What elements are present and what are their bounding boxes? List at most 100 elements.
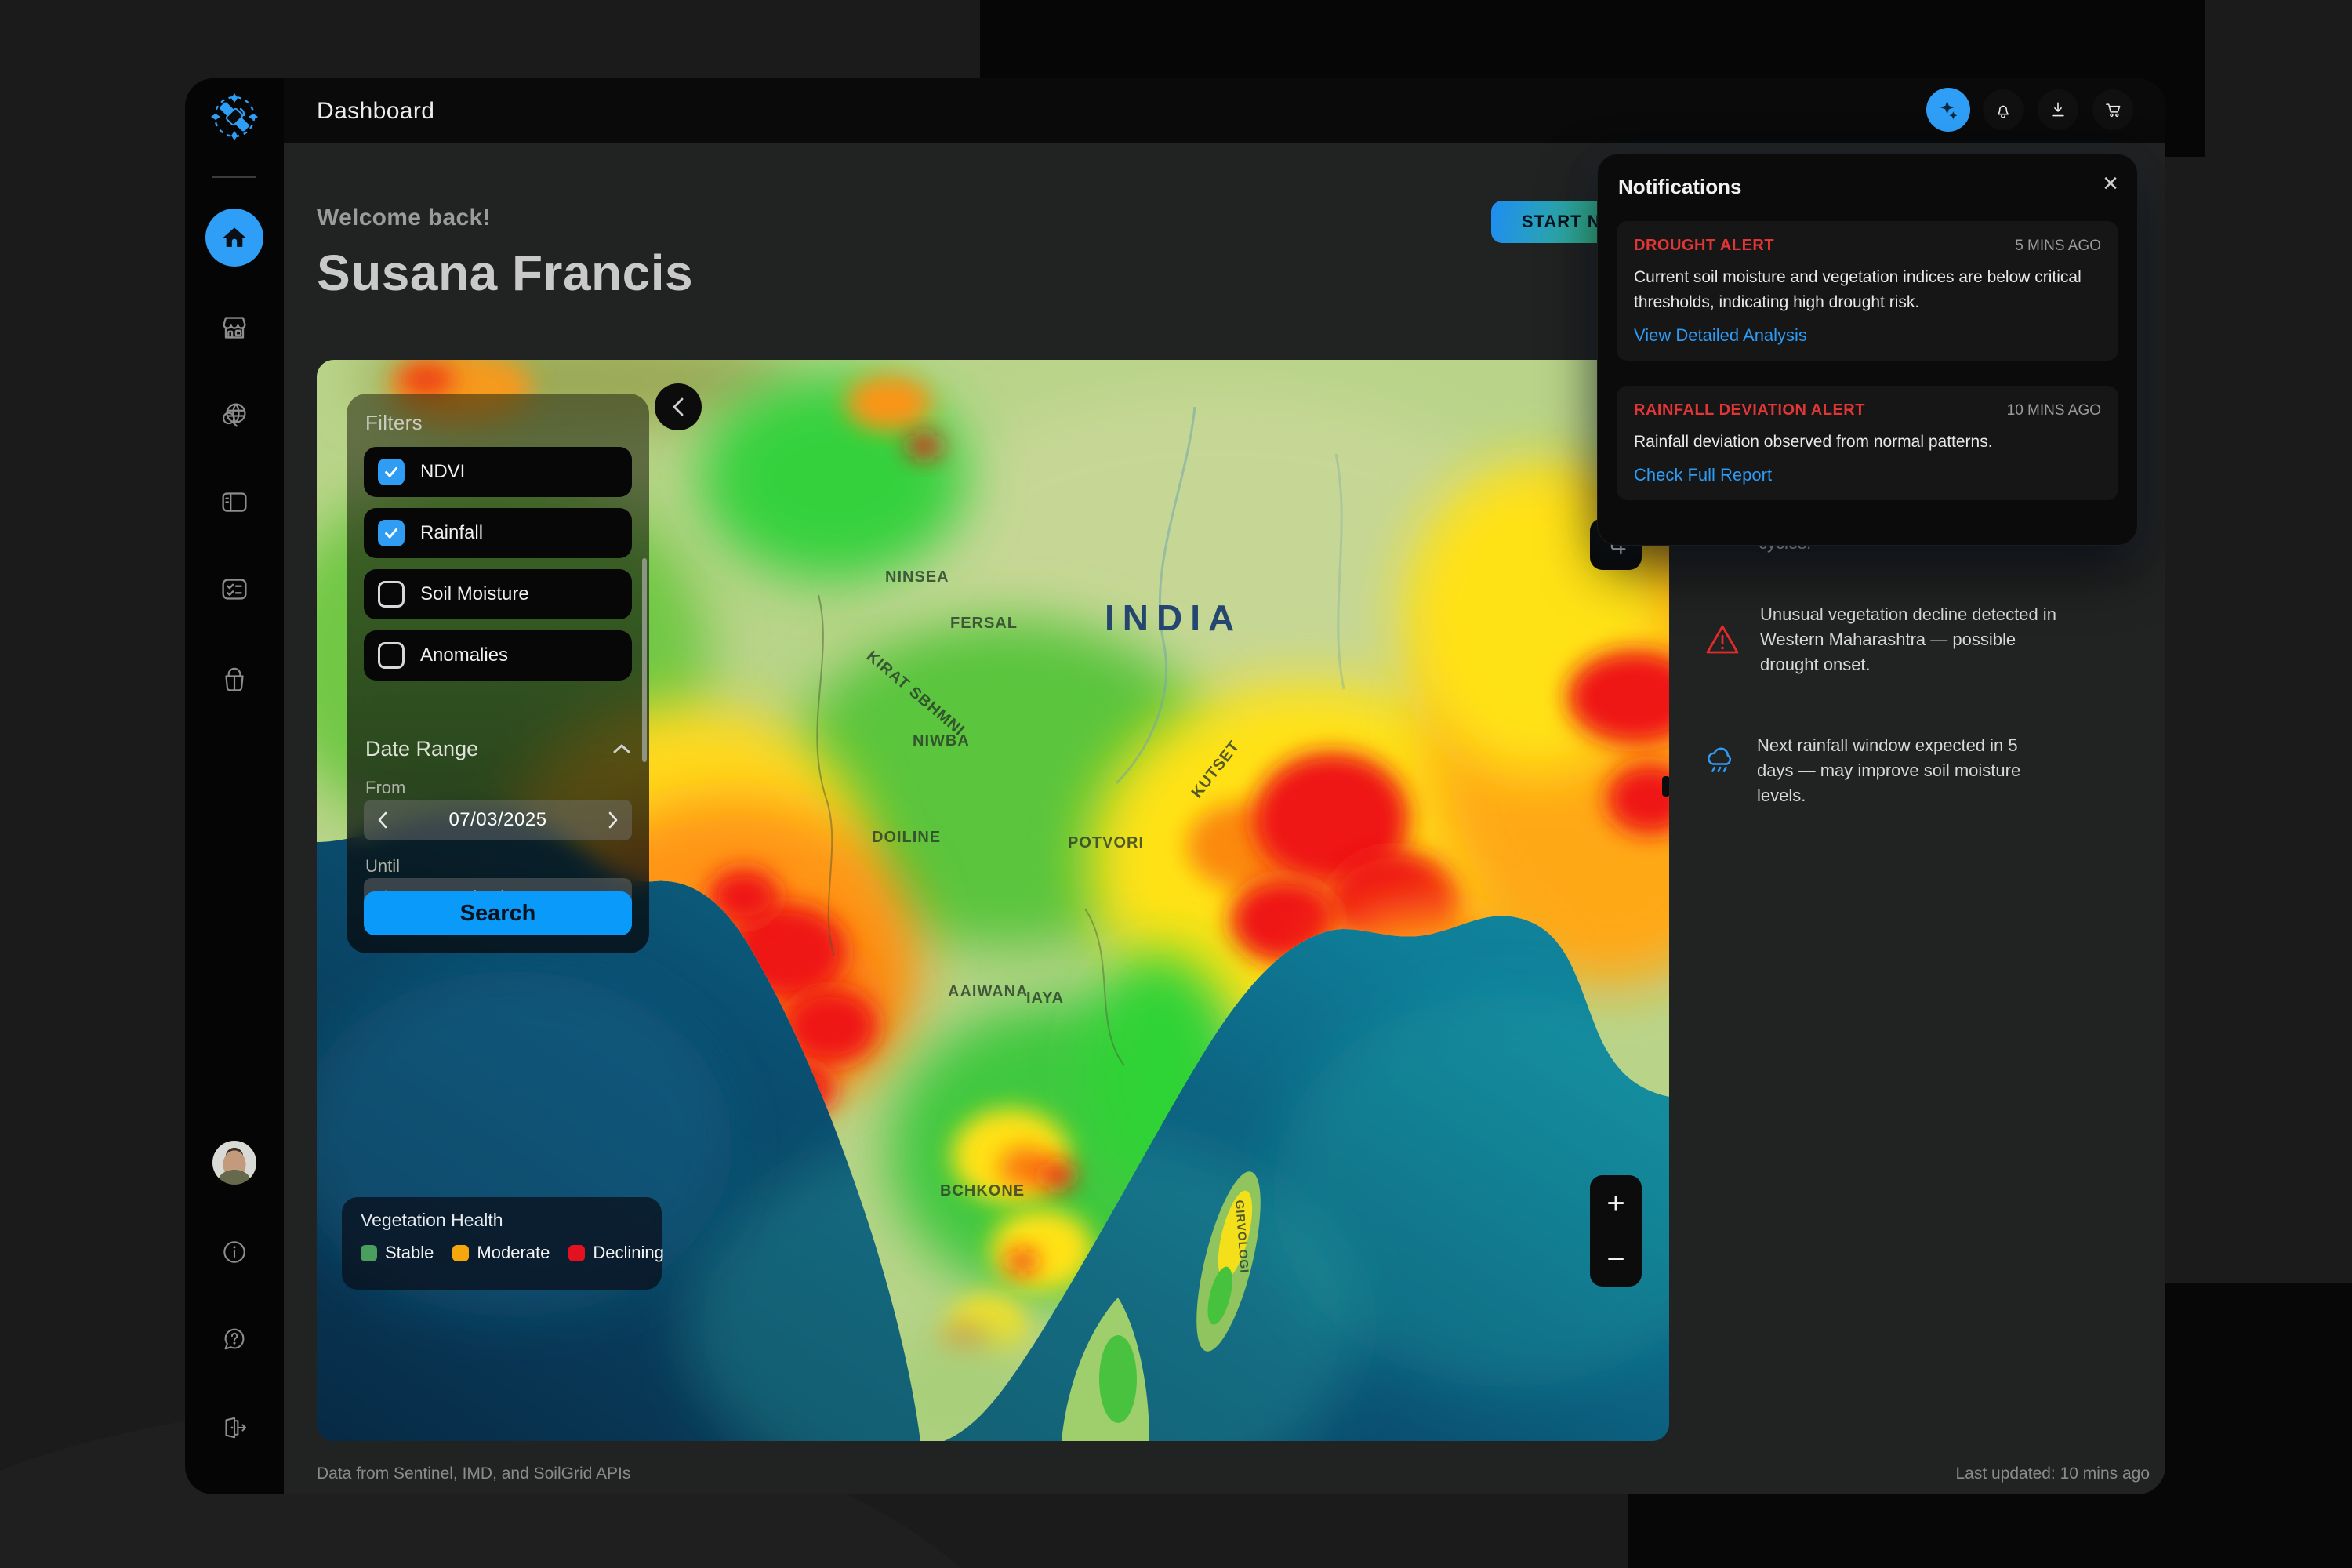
notification-card-rainfall: RAINFALL DEVIATION ALERT 10 MINS AGO Rai… xyxy=(1617,386,2118,500)
legend-item-stable: Stable xyxy=(361,1243,434,1263)
sidebar-item-help[interactable] xyxy=(185,1322,284,1356)
alert-title: DROUGHT ALERT xyxy=(1634,237,1774,255)
sidebar-item-panels[interactable] xyxy=(185,485,284,520)
filters-title: Filters xyxy=(365,411,423,435)
app-logo xyxy=(185,92,284,142)
logout-icon xyxy=(218,1411,251,1444)
sidebar-item-logout[interactable] xyxy=(185,1410,284,1445)
sidebar-item-tasks[interactable] xyxy=(185,572,284,607)
legend-label: Declining xyxy=(593,1243,664,1263)
home-active-circle xyxy=(205,209,263,267)
from-date-stepper: 07/03/2025 xyxy=(364,800,632,840)
sparkles-icon xyxy=(1935,96,1962,123)
vegetation-health-legend: Vegetation Health Stable Moderate Dec xyxy=(342,1197,662,1290)
info-icon xyxy=(218,1236,251,1269)
close-icon[interactable]: × xyxy=(2103,169,2118,199)
filter-option-rainfall[interactable]: Rainfall xyxy=(364,508,632,558)
home-icon xyxy=(220,223,249,252)
satellite-logo-icon xyxy=(209,92,260,142)
notifications-panel: Notifications × DROUGHT ALERT 5 MINS AGO… xyxy=(1597,154,2138,546)
map-edge-handle[interactable] xyxy=(1662,776,1669,797)
view-detailed-analysis-link[interactable]: View Detailed Analysis xyxy=(1634,325,2101,346)
declining-color-chip xyxy=(568,1245,585,1261)
from-label: From xyxy=(365,778,405,798)
map-place-label: AAIWANA xyxy=(948,983,1029,1000)
checkbox-unchecked-icon[interactable] xyxy=(378,581,405,608)
stable-color-chip xyxy=(361,1245,377,1261)
moderate-color-chip xyxy=(452,1245,469,1261)
alert-body: Rainfall deviation observed from normal … xyxy=(1634,430,2101,455)
shopping-bag-icon xyxy=(217,662,252,697)
legend-title: Vegetation Health xyxy=(361,1210,503,1231)
download-button[interactable] xyxy=(2038,89,2078,130)
filter-label: Rainfall xyxy=(420,522,483,544)
sidebar-item-explore[interactable] xyxy=(185,398,284,433)
page-title: Dashboard xyxy=(317,78,434,143)
data-source-attribution: Data from Sentinel, IMD, and SoilGrid AP… xyxy=(317,1465,630,1483)
avatar xyxy=(212,1141,256,1185)
filters-scrollbar[interactable] xyxy=(642,558,647,762)
sidebar-divider xyxy=(212,176,256,178)
sidebar-avatar[interactable] xyxy=(185,1141,284,1185)
map-place-label: DOILINE xyxy=(872,829,941,846)
legend-label: Stable xyxy=(385,1243,434,1263)
insight-text: Unusual vegetation decline detected in W… xyxy=(1760,602,2056,677)
alert-timestamp: 5 MINS AGO xyxy=(2015,238,2101,255)
legend-item-moderate: Moderate xyxy=(452,1243,550,1263)
filter-label: NDVI xyxy=(420,461,465,483)
app-window: Dashboard xyxy=(185,78,2165,1494)
chevron-up-icon[interactable] xyxy=(612,742,632,756)
collapse-filters-button[interactable] xyxy=(655,383,702,430)
checkbox-unchecked-icon[interactable] xyxy=(378,642,405,669)
sidebar-item-info[interactable] xyxy=(185,1235,284,1269)
map-country-label: INDIA xyxy=(1105,597,1242,638)
checkbox-checked-icon[interactable] xyxy=(378,459,405,485)
alert-title: RAINFALL DEVIATION ALERT xyxy=(1634,401,1865,419)
warning-triangle-icon xyxy=(1704,621,1741,659)
filter-label: Anomalies xyxy=(420,644,508,666)
chevron-right-icon[interactable] xyxy=(607,811,619,829)
store-icon xyxy=(216,310,252,346)
alert-timestamp: 10 MINS AGO xyxy=(2007,402,2101,419)
sidebar xyxy=(185,78,284,1494)
last-updated-status: Last updated: 10 mins ago xyxy=(1955,1465,2150,1483)
check-full-report-link[interactable]: Check Full Report xyxy=(1634,465,2101,485)
notifications-button[interactable] xyxy=(1983,89,2024,130)
checklist-icon xyxy=(216,572,252,608)
date-range-title: Date Range xyxy=(365,737,478,761)
filter-option-soil-moisture[interactable]: Soil Moisture xyxy=(364,569,632,619)
map-place-label: POTVORI xyxy=(1068,834,1144,851)
ai-assistant-button[interactable] xyxy=(1926,88,1970,132)
welcome-greeting: Welcome back! xyxy=(317,205,491,231)
insight-item-vegetation-decline: Unusual vegetation decline detected in W… xyxy=(1704,602,2158,677)
bell-icon xyxy=(1991,98,2015,122)
until-label: Until xyxy=(365,856,400,877)
zoom-in-button[interactable]: + xyxy=(1606,1188,1624,1219)
sidebar-item-store[interactable] xyxy=(185,310,284,345)
cart-icon xyxy=(2101,98,2125,122)
map-place-label: FERSAL xyxy=(950,615,1018,632)
checkbox-checked-icon[interactable] xyxy=(378,520,405,546)
legend-item-declining: Declining xyxy=(568,1243,664,1263)
filter-label: Soil Moisture xyxy=(420,583,529,605)
filter-option-ndvi[interactable]: NDVI xyxy=(364,447,632,497)
notifications-title: Notifications xyxy=(1618,175,1741,199)
map-place-label: NINSEA xyxy=(885,568,949,586)
globe-search-icon xyxy=(216,397,252,434)
cart-button[interactable] xyxy=(2092,89,2133,130)
map-place-label: BCHKONE xyxy=(940,1182,1025,1200)
chevron-left-icon xyxy=(668,395,688,419)
help-icon xyxy=(218,1323,251,1356)
sidebar-item-orders[interactable] xyxy=(185,662,284,697)
filter-option-anomalies[interactable]: Anomalies xyxy=(364,630,632,681)
chevron-left-icon[interactable] xyxy=(376,811,389,829)
zoom-out-button[interactable]: − xyxy=(1606,1243,1624,1275)
app-background: Dashboard xyxy=(0,0,2352,1568)
map-card: INDIA NINSEA FERSAL KIRAT SBHMNI NIWBA D… xyxy=(317,360,1669,1441)
rain-cloud-icon xyxy=(1704,742,1738,777)
map-zoom-control: + − xyxy=(1590,1175,1642,1287)
map-place-label: IAYA xyxy=(1026,989,1064,1007)
search-button[interactable]: Search xyxy=(364,891,632,935)
legend-items: Stable Moderate Declining xyxy=(361,1243,664,1263)
sidebar-item-home[interactable] xyxy=(185,209,284,267)
